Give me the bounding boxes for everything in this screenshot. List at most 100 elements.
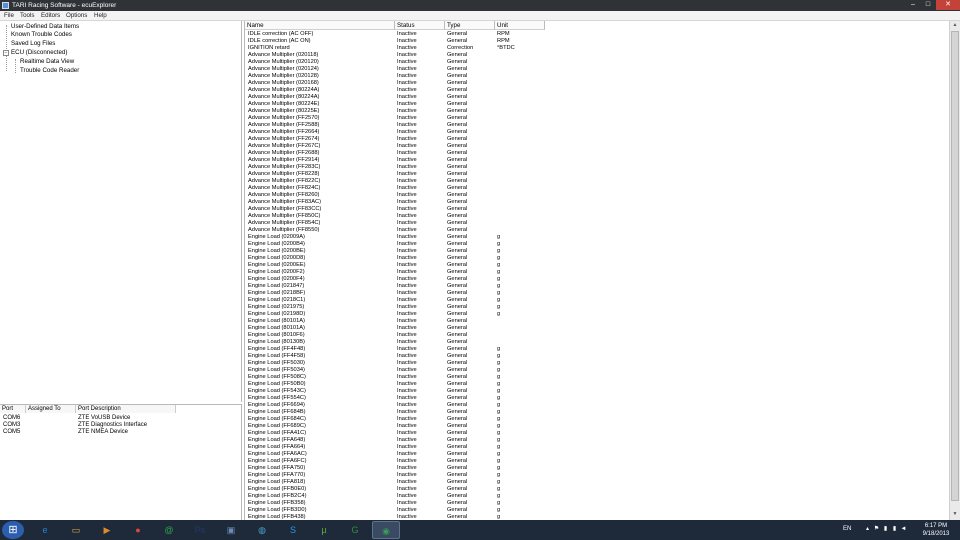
table-row[interactable]: Advance Multiplier (FF2588) Inactive Gener…: [245, 122, 949, 129]
table-row[interactable]: Advance Multiplier (80225E) Inactive Gener…: [245, 108, 949, 115]
table-row[interactable]: Advance Multiplier (FF83CC) Inactive Gener…: [245, 206, 949, 213]
ecuexplorer-icon[interactable]: ◉: [372, 521, 400, 539]
table-row[interactable]: Advance Multiplier (FF283C) Inactive Gener…: [245, 164, 949, 171]
table-row[interactable]: Advance Multiplier (FF2664) Inactive Gener…: [245, 129, 949, 136]
tree-collapse-icon[interactable]: −: [3, 50, 9, 56]
table-row[interactable]: Advance Multiplier (FF854C) Inactive Gener…: [245, 220, 949, 227]
col-name[interactable]: Name: [245, 21, 395, 30]
menu-file[interactable]: File: [4, 12, 14, 20]
table-row[interactable]: Engine Load (0218C1) Inactive General g: [245, 297, 949, 304]
table-row[interactable]: Advance Multiplier (FF850C) Inactive Gener…: [245, 213, 949, 220]
network-icon[interactable]: ▣: [217, 521, 245, 539]
table-row[interactable]: Advance Multiplier (FF824C) Inactive Gener…: [245, 185, 949, 192]
table-row[interactable]: Engine Load (FF508C) Inactive General g: [245, 374, 949, 381]
port-description[interactable]: ZTE VoUSB Device: [78, 415, 130, 422]
table-row[interactable]: Engine Load (FF554C) Inactive General g: [245, 395, 949, 402]
table-row[interactable]: Engine Load (FF50B0) Inactive General g: [245, 381, 949, 388]
table-row[interactable]: Engine Load (0200BE) Inactive General g: [245, 248, 949, 255]
tree-item-ecu[interactable]: ECU (Disconnected): [11, 49, 67, 57]
table-row[interactable]: Advance Multiplier (FF83AC) Inactive Gener…: [245, 199, 949, 206]
table-row[interactable]: Engine Load (0200F4) Inactive General g: [245, 276, 949, 283]
table-row[interactable]: Engine Load (FFB0E0) Inactive General g: [245, 486, 949, 493]
at-icon[interactable]: @: [155, 521, 183, 539]
table-row[interactable]: IDLE correction (AC OFF) Inactive General R…: [245, 31, 949, 38]
photoshop-icon[interactable]: Ps: [186, 521, 214, 539]
table-row[interactable]: Engine Load (FFA648) Inactive General g: [245, 437, 949, 444]
table-row[interactable]: Engine Load (02009A) Inactive General g: [245, 234, 949, 241]
table-row[interactable]: Engine Load (02198D) Inactive General g: [245, 311, 949, 318]
table-row[interactable]: Advance Multiplier (FF2914) Inactive Gener…: [245, 157, 949, 164]
table-row[interactable]: IDLE correction (AC ON) Inactive General RP…: [245, 38, 949, 45]
table-row[interactable]: Advance Multiplier (FF8228) Inactive Gener…: [245, 171, 949, 178]
volume-icon[interactable]: ◄: [900, 526, 907, 533]
col-assigned-to[interactable]: Assigned To: [26, 405, 76, 413]
menu-options[interactable]: Options: [66, 12, 87, 20]
table-row[interactable]: Engine Load (FFB3D0) Inactive General g: [245, 507, 949, 514]
port-description[interactable]: ZTE Diagnostics Interface: [78, 422, 147, 429]
table-row[interactable]: Engine Load (80130B) Inactive General: [245, 339, 949, 346]
table-row[interactable]: Advance Multiplier (020118) Inactive Gener…: [245, 52, 949, 59]
clock-time[interactable]: 6:17 PM: [918, 522, 954, 530]
port-name[interactable]: COM3: [3, 422, 20, 429]
table-row[interactable]: Advance Multiplier (020168) Inactive Gener…: [245, 80, 949, 87]
table-row[interactable]: Engine Load (0218BF) Inactive General g: [245, 290, 949, 297]
tree-item-known-trouble-codes[interactable]: Known Trouble Codes: [11, 31, 72, 39]
menu-editors[interactable]: Editors: [41, 12, 60, 20]
table-row[interactable]: Advance Multiplier (020128) Inactive Gener…: [245, 73, 949, 80]
table-row[interactable]: Engine Load (FFA770) Inactive General g: [245, 472, 949, 479]
col-type[interactable]: Type: [445, 21, 495, 30]
table-row[interactable]: Advance Multiplier (020120) Inactive Gener…: [245, 59, 949, 66]
skype-icon[interactable]: S: [279, 521, 307, 539]
table-row[interactable]: Engine Load (0200F2) Inactive General g: [245, 269, 949, 276]
table-row[interactable]: Advance Multiplier (80224A) Inactive Gener…: [245, 94, 949, 101]
table-row[interactable]: Engine Load (0200EE) Inactive General g: [245, 262, 949, 269]
start-button[interactable]: ⊞: [2, 521, 24, 539]
flag-icon[interactable]: ⚑: [873, 526, 880, 533]
scroll-down-icon[interactable]: ▼: [950, 510, 960, 519]
col-port[interactable]: Port: [0, 405, 26, 413]
table-row[interactable]: Engine Load (FFA41C) Inactive General g: [245, 430, 949, 437]
tree-item-user-defined-data-items[interactable]: User-Defined Data Items: [11, 23, 79, 31]
language-indicator[interactable]: EN: [843, 524, 851, 534]
table-row[interactable]: Advance Multiplier (FF822C) Inactive Gener…: [245, 178, 949, 185]
table-row[interactable]: Engine Load (FFB358) Inactive General g: [245, 500, 949, 507]
table-row[interactable]: Engine Load (8010F6) Inactive General: [245, 332, 949, 339]
table-row[interactable]: Advance Multiplier (FF2688) Inactive Gener…: [245, 150, 949, 157]
table-row[interactable]: Engine Load (FF543C) Inactive General g: [245, 388, 949, 395]
table-row[interactable]: Engine Load (0200B4) Inactive General g: [245, 241, 949, 248]
vertical-scrollbar[interactable]: ▲ ▼: [949, 21, 960, 520]
table-row[interactable]: Engine Load (FF684C) Inactive General g: [245, 416, 949, 423]
table-row[interactable]: Engine Load (FFA818) Inactive General g: [245, 479, 949, 486]
table-row[interactable]: Engine Load (FF689C) Inactive General g: [245, 423, 949, 430]
table-row[interactable]: Advance Multiplier (FF8260) Inactive Gener…: [245, 192, 949, 199]
chrome-icon[interactable]: ●: [124, 521, 152, 539]
table-row[interactable]: Engine Load (021975) Inactive General g: [245, 304, 949, 311]
table-row[interactable]: Engine Load (FFB2C4) Inactive General g: [245, 493, 949, 500]
table-row[interactable]: Advance Multiplier (FF8550) Inactive Gener…: [245, 227, 949, 234]
table-row[interactable]: Engine Load (FFA664) Inactive General g: [245, 444, 949, 451]
table-row[interactable]: Engine Load (FF5030) Inactive General g: [245, 360, 949, 367]
port-description[interactable]: ZTE NMEA Device: [78, 429, 128, 436]
clock-date[interactable]: 9/18/2013: [918, 530, 954, 538]
minimize-button[interactable]: –: [906, 0, 920, 10]
folder-icon[interactable]: ▭: [62, 521, 90, 539]
table-row[interactable]: Engine Load (FF5034) Inactive General g: [245, 367, 949, 374]
maximize-button[interactable]: □: [921, 0, 935, 10]
signal-icon[interactable]: ▮: [891, 526, 898, 533]
port-name[interactable]: COM5: [3, 429, 20, 436]
scroll-thumb[interactable]: [951, 31, 959, 501]
table-row[interactable]: Engine Load (FFA750) Inactive General g: [245, 465, 949, 472]
table-row[interactable]: Engine Load (021847) Inactive General g: [245, 283, 949, 290]
table-row[interactable]: Engine Load (80101A) Inactive General: [245, 318, 949, 325]
port-name[interactable]: COM6: [3, 415, 20, 422]
ie-icon[interactable]: e: [31, 521, 59, 539]
table-row[interactable]: Advance Multiplier (FF2674) Inactive Gener…: [245, 136, 949, 143]
tree-item-saved-log-files[interactable]: Saved Log Files: [11, 40, 55, 48]
arrow-up-icon[interactable]: ▴: [864, 526, 871, 533]
table-row[interactable]: Advance Multiplier (FF2570) Inactive Gener…: [245, 115, 949, 122]
table-row[interactable]: Advance Multiplier (020124) Inactive Gener…: [245, 66, 949, 73]
col-unit[interactable]: Unit: [495, 21, 545, 30]
menu-tools[interactable]: Tools: [20, 12, 34, 20]
scroll-up-icon[interactable]: ▲: [950, 21, 960, 30]
table-row[interactable]: Engine Load (FF684B) Inactive General g: [245, 409, 949, 416]
